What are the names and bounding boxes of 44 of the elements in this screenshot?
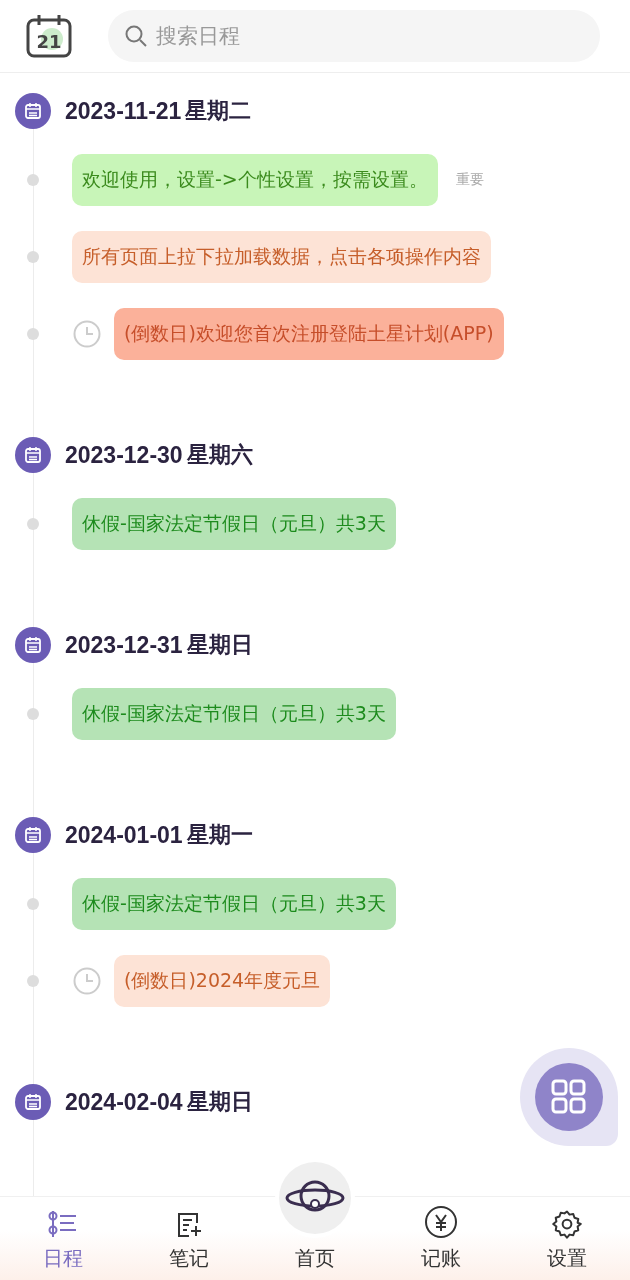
calendar-badge-icon bbox=[15, 93, 51, 129]
event-chip[interactable]: 欢迎使用，设置->个性设置，按需设置。 bbox=[72, 154, 438, 206]
event-chip[interactable]: 休假-国家法定节假日（元旦）共3天 bbox=[72, 498, 396, 550]
event-chip[interactable]: (倒数日)欢迎您首次注册登陆土星计划(APP) bbox=[114, 308, 504, 360]
weekday-label: 星期六 bbox=[186, 441, 253, 469]
date-heading: 2024-02-04 bbox=[65, 1088, 183, 1116]
calendar-badge-icon bbox=[15, 627, 51, 663]
tag-label: 重要 bbox=[455, 171, 484, 189]
timeline-dot bbox=[27, 975, 39, 987]
list-icon bbox=[47, 1209, 79, 1239]
settings-icon bbox=[552, 1209, 582, 1239]
weekday-label: 星期日 bbox=[186, 631, 253, 659]
clock-icon bbox=[72, 319, 102, 349]
date-heading: 2024-01-01 bbox=[65, 821, 183, 849]
note-add-icon bbox=[175, 1211, 203, 1239]
search-icon bbox=[124, 24, 148, 48]
search-field[interactable]: 搜索日程 bbox=[108, 10, 600, 62]
nav-tab[interactable]: 笔记 bbox=[126, 1197, 252, 1280]
clock-icon bbox=[72, 966, 102, 996]
nav-tab[interactable]: 首页 bbox=[252, 1157, 378, 1280]
yen-coin-icon bbox=[424, 1205, 458, 1239]
timeline-dot bbox=[27, 251, 39, 263]
calendar-badge-icon bbox=[15, 437, 51, 473]
date-heading: 2023-11-21 bbox=[65, 97, 182, 125]
timeline-dot bbox=[27, 518, 39, 530]
date-heading: 2023-12-31 bbox=[65, 631, 183, 659]
timeline-dot bbox=[27, 898, 39, 910]
grid-icon bbox=[551, 1079, 587, 1115]
event-chip[interactable]: 休假-国家法定节假日（元旦）共3天 bbox=[72, 878, 396, 930]
timeline-dot bbox=[27, 174, 39, 186]
weekday-label: 星期日 bbox=[186, 1088, 253, 1116]
timeline-dot bbox=[27, 328, 39, 340]
nav-tab[interactable]: 日程 bbox=[0, 1197, 126, 1280]
nav-tab[interactable]: 记账 bbox=[378, 1197, 504, 1280]
weekday-label: 星期一 bbox=[186, 821, 253, 849]
event-chip[interactable]: 所有页面上拉下拉加载数据，点击各项操作内容 bbox=[72, 231, 491, 283]
event-chip[interactable]: (倒数日)2024年度元旦 bbox=[114, 955, 331, 1007]
calendar-badge-icon bbox=[15, 817, 51, 853]
date-heading: 2023-12-30 bbox=[65, 441, 183, 469]
weekday-label: 星期二 bbox=[185, 97, 252, 125]
nav-tab[interactable]: 设置 bbox=[504, 1197, 630, 1280]
timeline-dot bbox=[27, 708, 39, 720]
calendar-badge-icon bbox=[15, 1084, 51, 1120]
event-chip[interactable]: 休假-国家法定节假日（元旦）共3天 bbox=[72, 688, 396, 740]
